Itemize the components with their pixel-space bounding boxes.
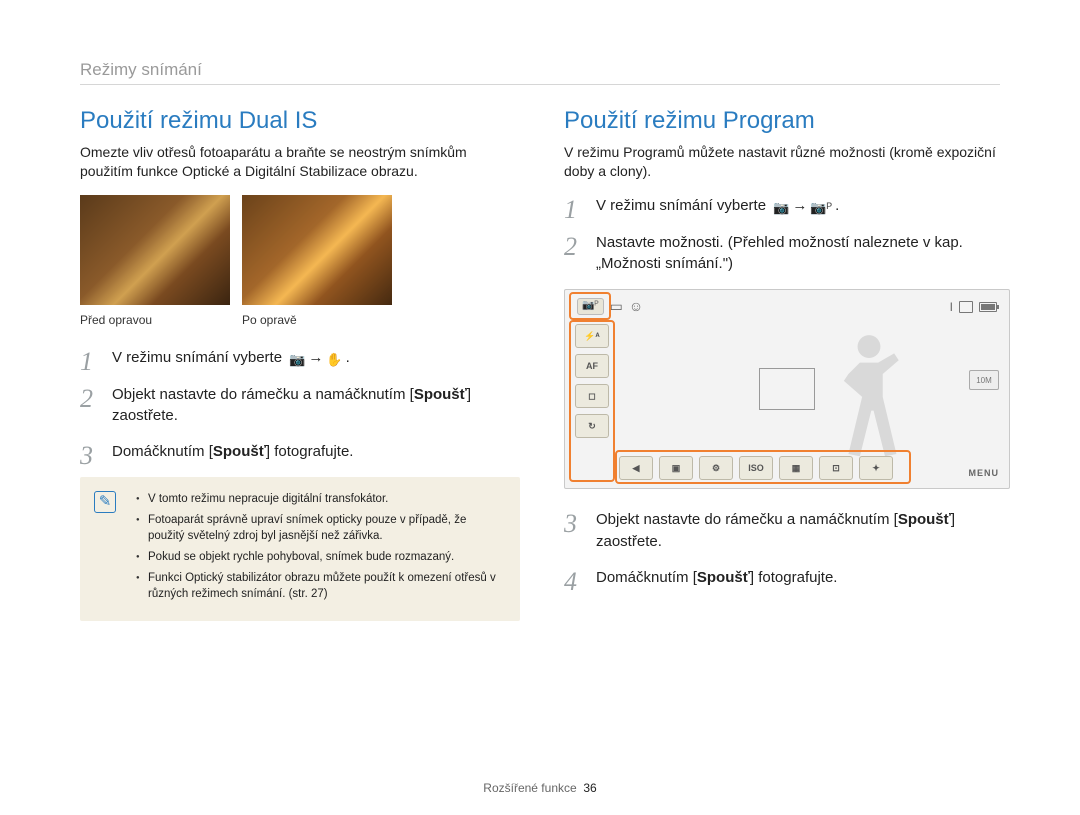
left-step-2: Objekt nastavte do rámečku a namáčknutím… — [80, 384, 520, 428]
right-step-4: Domáčknutím [Spoušť] fotografujte. — [564, 567, 1004, 589]
note-item: Fotoaparát správně upraví snímek opticky… — [136, 512, 504, 545]
heading-dual-is: Použití režimu Dual IS — [80, 107, 520, 135]
breadcrumb: Režimy snímání — [80, 60, 1000, 85]
photo-before — [80, 195, 230, 305]
note-block: ✎ V tomto režimu nepracuje digitální tra… — [80, 477, 520, 621]
resolution-icon[interactable]: 10M — [969, 370, 999, 390]
note-item: Pokud se objekt rychle pohyboval, snímek… — [136, 549, 504, 566]
camera-icon: 📷 — [289, 351, 305, 370]
selection-highlight — [569, 292, 611, 320]
menu-button[interactable]: MENU — [969, 468, 1000, 478]
shots-remaining: I — [950, 300, 953, 314]
camera-p-icon: 📷ᴾ — [810, 199, 832, 218]
page-footer: Rozšířené funkce 36 — [0, 781, 1080, 795]
right-step-2: Nastavte možnosti. (Přehled možností nal… — [564, 232, 1004, 276]
selection-highlight — [569, 320, 615, 482]
caption-before: Před opravou — [80, 313, 230, 327]
lcd-mockup: 📷ᴾ ▭ ☺ I ⚡ᴬ AF ◻ ↻ 10M — [564, 289, 1010, 489]
aspect-icon: ▭ — [610, 298, 623, 315]
caption-after: Po opravě — [242, 313, 297, 327]
left-step-3: Domáčknutím [Spoušť] fotografujte. — [80, 441, 520, 463]
right-step-1: V režimu snímání vyberte 📷→📷ᴾ. — [564, 195, 1004, 218]
note-icon: ✎ — [94, 491, 116, 513]
focus-frame — [759, 368, 815, 410]
left-step-1: V režimu snímání vyberte 📷→✋. — [80, 347, 520, 370]
selection-highlight — [615, 450, 911, 484]
note-item: V tomto režimu nepracuje digitální trans… — [136, 491, 504, 508]
note-item: Funkci Optický stabilizátor obrazu můžet… — [136, 570, 504, 603]
camera-icon: 📷 — [773, 199, 789, 218]
col-dual-is: Použití režimu Dual IS Omezte vliv otřes… — [80, 107, 520, 621]
col-program: Použití režimu Program V režimu Programů… — [564, 107, 1004, 621]
lead-program: V režimu Programů můžete nastavit různé … — [564, 143, 1004, 181]
heading-program: Použití režimu Program — [564, 107, 1004, 135]
lead-dual-is: Omezte vliv otřesů fotoaparátu a braňte … — [80, 143, 520, 181]
face-icon: ☺ — [629, 298, 643, 315]
hand-dual-is-icon: ✋ — [326, 351, 342, 370]
photo-after — [242, 195, 392, 305]
battery-icon — [979, 302, 997, 312]
memory-icon — [959, 301, 973, 313]
right-step-3: Objekt nastavte do rámečku a namáčknutím… — [564, 509, 1004, 553]
